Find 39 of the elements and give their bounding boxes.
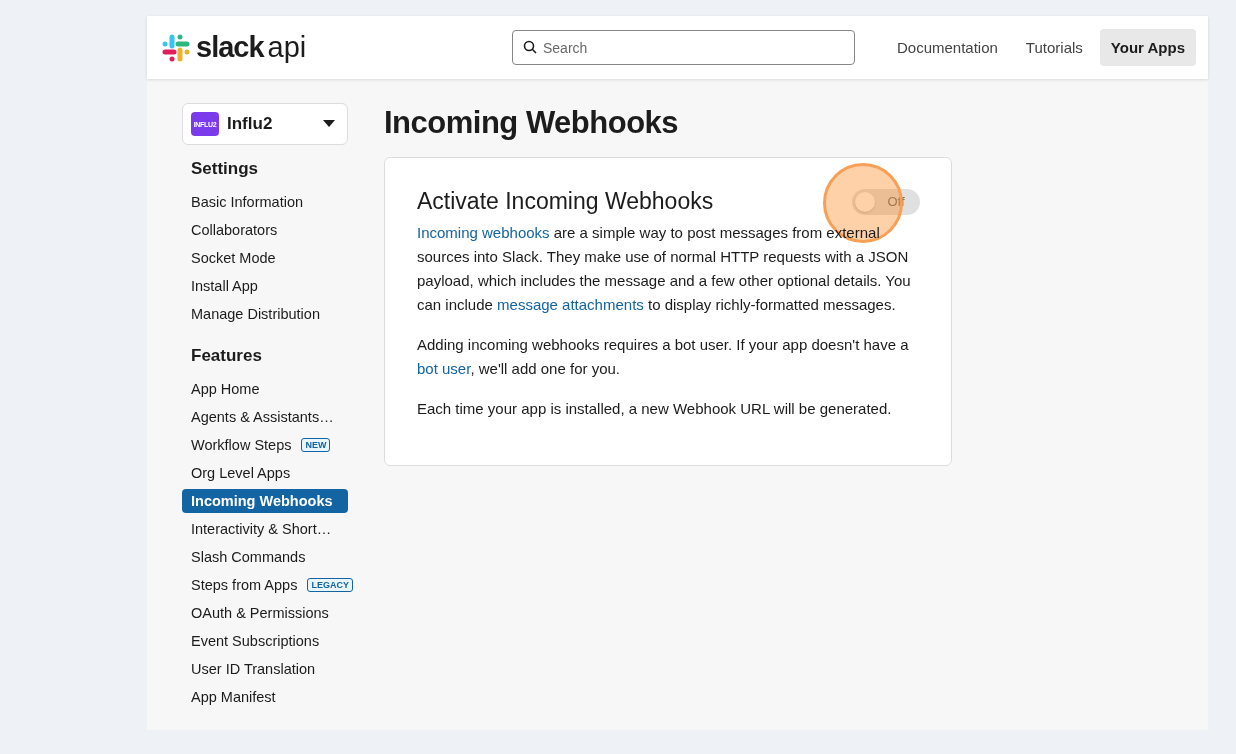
status-badge: NEW — [301, 438, 331, 452]
sidebar-item[interactable]: Socket Mode — [182, 244, 348, 272]
text-link[interactable]: Incoming webhooks — [417, 224, 550, 241]
sidebar-item[interactable]: Event Subscriptions — [182, 627, 348, 655]
search-icon — [523, 40, 537, 54]
status-badge: LEGACY — [307, 578, 353, 592]
sidebar-item[interactable]: User ID Translation — [182, 655, 348, 683]
sidebar-item[interactable]: App Manifest — [182, 683, 348, 711]
sidebar-item-label[interactable]: Steps from Apps — [191, 577, 298, 593]
description-text: Adding incoming webhooks requires a bot user. If your app doesn't have a bot user, we'll add one for you. — [417, 335, 910, 379]
sidebar-item[interactable]: OAuth & Permissions — [182, 599, 348, 627]
description-text: Each time your app is installed, a new Webhook URL will be generated. — [417, 399, 893, 419]
logo-wordmark: slack — [196, 31, 264, 63]
text-link[interactable]: bot user — [417, 360, 471, 377]
sidebar-item[interactable]: Agents & Assistants… — [182, 403, 348, 431]
description-text: Incoming webhooks are a simple way to post messages from external sources into Slack. They make use of normal HTTP requests with a JSON payload, which includes the message and a few other optional details. You can include message attachments to display richly-formatted messages. — [417, 223, 912, 315]
app-name: Influ2 — [227, 114, 274, 134]
card-title: Activate Incoming Webhooks — [417, 188, 714, 215]
sidebar-item-label[interactable]: Workflow Steps — [191, 437, 292, 453]
sidebar-item[interactable]: Interactivity & Short… — [182, 515, 348, 543]
text-link[interactable]: message attachments — [497, 296, 644, 313]
caret-icon — [323, 120, 335, 128]
slack-logo-icon — [162, 33, 190, 62]
search-field[interactable]: Search — [512, 30, 855, 65]
sidebar-item[interactable]: Collaborators — [182, 216, 348, 244]
nav-link[interactable]: Your Apps — [1099, 29, 1196, 66]
sidebar-item[interactable]: Incoming Webhooks — [182, 489, 348, 513]
sidebar-item[interactable]: App Home — [182, 375, 348, 403]
logo-suffix: api — [267, 31, 307, 63]
nav-link[interactable]: Tutorials — [1014, 29, 1094, 66]
sidebar-item[interactable]: Org Level Apps — [182, 459, 348, 487]
sidebar-item[interactable]: Manage Distribution — [182, 300, 348, 328]
nav-link[interactable]: Documentation — [885, 29, 1009, 66]
sidebar-item[interactable]: Slash Commands — [182, 543, 348, 571]
page-title: Incoming Webhooks — [384, 105, 680, 141]
sidebar-item[interactable]: Basic Information — [182, 188, 348, 216]
sidebar-heading: Features — [191, 346, 263, 366]
sidebar-heading: Settings — [191, 159, 260, 179]
sidebar-item[interactable]: Install App — [182, 272, 348, 300]
